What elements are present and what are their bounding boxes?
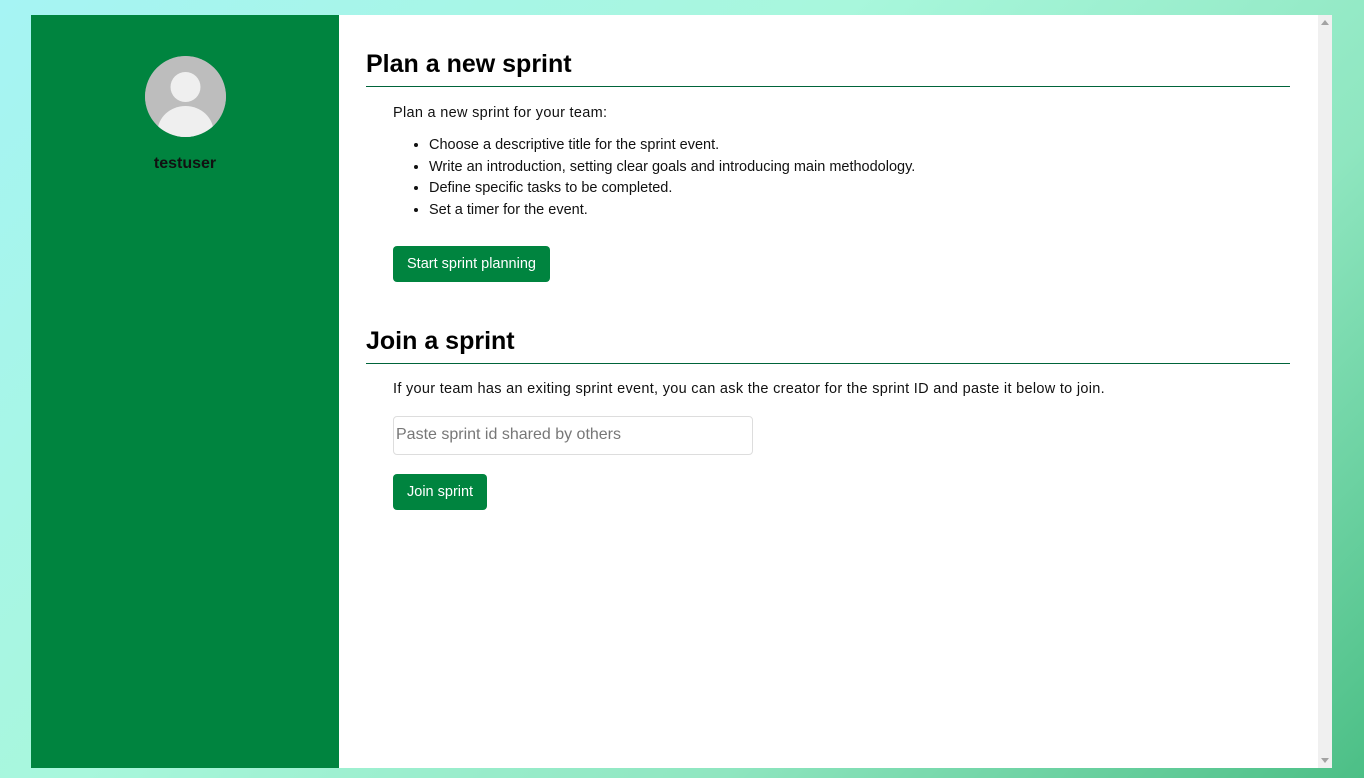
list-item: Write an introduction, setting clear goa…: [429, 157, 1290, 179]
join-sprint-description: If your team has an exiting sprint event…: [393, 380, 1105, 397]
list-item: Set a timer for the event.: [429, 200, 1290, 222]
join-sprint-button[interactable]: Join sprint: [393, 473, 488, 510]
sidebar: testuser: [31, 15, 339, 768]
list-item: Choose a descriptive title for the sprin…: [429, 135, 1290, 157]
scroll-down-icon[interactable]: [1321, 758, 1329, 763]
join-sprint-heading: Join a sprint: [366, 326, 1290, 364]
start-sprint-planning-button[interactable]: Start sprint planning: [393, 245, 550, 282]
app-window: testuser Plan a new sprint Plan a new sp…: [31, 15, 1332, 768]
username: testuser: [153, 155, 217, 172]
plan-sprint-section: Plan a new sprint Plan a new sprint for …: [366, 49, 1290, 282]
plan-sprint-heading: Plan a new sprint: [366, 49, 1290, 87]
user-avatar-icon[interactable]: [144, 56, 226, 137]
plan-sprint-intro: Plan a new sprint for your team:: [393, 105, 608, 121]
sprint-id-input[interactable]: [393, 415, 753, 455]
scroll-up-icon[interactable]: [1321, 20, 1329, 25]
main-content: Plan a new sprint Plan a new sprint for …: [339, 15, 1332, 768]
vertical-scrollbar[interactable]: [1318, 15, 1332, 768]
join-sprint-section: Join a sprint If your team has an exitin…: [366, 326, 1290, 510]
list-item: Define specific tasks to be completed.: [429, 178, 1290, 200]
plan-steps-list: Choose a descriptive title for the sprin…: [393, 135, 1290, 222]
